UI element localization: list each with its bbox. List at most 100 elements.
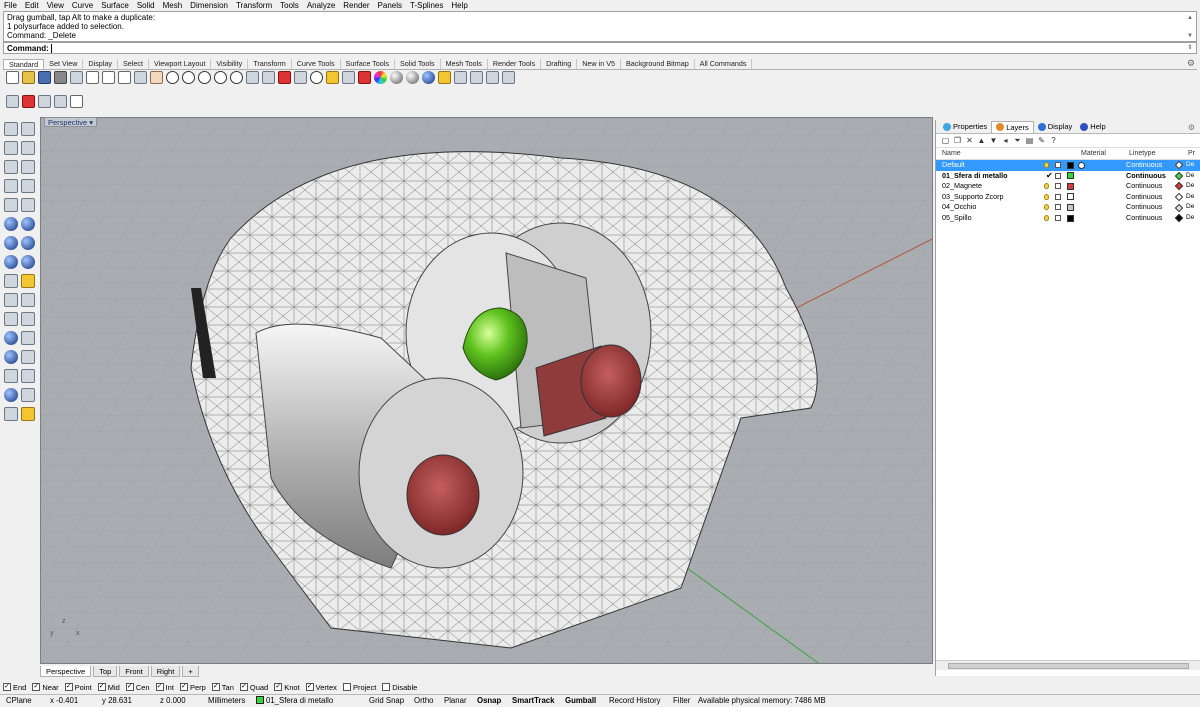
- osnap-disable[interactable]: Disable: [382, 683, 417, 692]
- layer-row[interactable]: Default Continuous De: [936, 160, 1200, 171]
- blue-sphere-icon[interactable]: [422, 71, 435, 84]
- panel-tab-layers[interactable]: Layers: [991, 120, 1034, 133]
- layer-row[interactable]: 04_Occhio Continuous De: [936, 202, 1200, 213]
- flamingo-icon[interactable]: [70, 95, 83, 108]
- move-icon[interactable]: [4, 388, 18, 402]
- layer-linetype[interactable]: Continuous: [1126, 202, 1162, 213]
- lock-icon[interactable]: [1055, 183, 1061, 190]
- zoom-extents-icon[interactable]: [198, 71, 211, 84]
- light-bulb-icon[interactable]: [1044, 193, 1049, 200]
- magnet-small-cap[interactable]: [580, 344, 642, 418]
- analyze-icon[interactable]: [486, 71, 499, 84]
- osnap-checkbox[interactable]: ✓: [274, 683, 283, 691]
- print-color-icon[interactable]: [1174, 213, 1184, 223]
- analyze-icon[interactable]: [4, 407, 18, 421]
- menu-transform[interactable]: Transform: [236, 1, 272, 10]
- toolbar-tab-solid-tools[interactable]: Solid Tools: [395, 59, 441, 69]
- menu-solid[interactable]: Solid: [137, 1, 155, 10]
- viewport-scene[interactable]: [41, 118, 933, 664]
- zoom-window-icon[interactable]: [182, 71, 195, 84]
- ellipse-icon[interactable]: [4, 179, 18, 193]
- layer-state-icon[interactable]: [38, 95, 51, 108]
- toolbar-tab-render-tools[interactable]: Render Tools: [488, 59, 542, 69]
- options-icon[interactable]: [438, 71, 451, 84]
- help-icon[interactable]: ?: [1049, 136, 1058, 145]
- menu-mesh[interactable]: Mesh: [163, 1, 183, 10]
- toolbar-tab-curve-tools[interactable]: Curve Tools: [292, 59, 341, 69]
- arc-icon[interactable]: [21, 160, 35, 174]
- toolbar-gear-icon[interactable]: ⚙: [1187, 58, 1195, 69]
- zoom-all-icon[interactable]: [230, 71, 243, 84]
- status-planar[interactable]: Planar: [444, 695, 467, 707]
- osnap-cen[interactable]: ✓ Cen: [125, 683, 150, 692]
- menu-render[interactable]: Render: [343, 1, 369, 10]
- print-color-icon[interactable]: [1174, 182, 1184, 191]
- print-color-icon[interactable]: [1174, 203, 1184, 212]
- copy-icon[interactable]: [102, 71, 115, 84]
- move-up-icon[interactable]: ▲: [977, 136, 986, 145]
- rectangle-icon[interactable]: [21, 179, 35, 193]
- panel-gear-icon[interactable]: ⚙: [1188, 123, 1195, 132]
- light-bulb-icon[interactable]: [1044, 214, 1049, 221]
- menu-dimension[interactable]: Dimension: [190, 1, 228, 10]
- layer-properties-icon[interactable]: ▤: [1025, 136, 1034, 145]
- layer-linetype[interactable]: Continuous: [1126, 171, 1166, 182]
- column-linetype[interactable]: Linetype: [1129, 150, 1155, 157]
- command-dropdown-icon[interactable]: ⇕: [1186, 44, 1194, 52]
- osnap-point[interactable]: ✓ Point: [64, 683, 92, 692]
- layer-color-swatch[interactable]: [1067, 203, 1074, 211]
- print-color-icon[interactable]: [1174, 171, 1184, 181]
- material-icon[interactable]: [1078, 161, 1085, 169]
- scroll-down-icon[interactable]: ▼: [1186, 32, 1194, 40]
- lock-icon[interactable]: [1055, 204, 1061, 211]
- lock-icon[interactable]: [1055, 193, 1061, 200]
- import-icon[interactable]: [70, 71, 83, 84]
- osnap-checkbox[interactable]: ✓: [179, 683, 188, 691]
- toolbar-tab-transform[interactable]: Transform: [248, 59, 292, 69]
- menu-edit[interactable]: Edit: [25, 1, 39, 10]
- zoom-icon[interactable]: [166, 71, 179, 84]
- circle-icon[interactable]: [4, 160, 18, 174]
- lens-icon[interactable]: [310, 71, 323, 84]
- mesh-tools-icon[interactable]: [262, 71, 275, 84]
- panel-tab-display[interactable]: Display: [1034, 121, 1077, 133]
- panel-tab-help[interactable]: Help: [1076, 121, 1109, 133]
- osnap-checkbox[interactable]: ✓: [125, 683, 134, 691]
- osnap-checkbox[interactable]: ✓: [64, 683, 73, 691]
- osnap-tan[interactable]: ✓ Tan: [211, 683, 234, 692]
- gear-icon[interactable]: [454, 71, 467, 84]
- layer-row[interactable]: 03_Supporto Zcorp Continuous De: [936, 192, 1200, 203]
- layer-color-swatch[interactable]: [1067, 193, 1074, 201]
- lock-icon[interactable]: [21, 407, 35, 421]
- new-sublayer-icon[interactable]: ❐: [953, 136, 962, 145]
- mesh-icon[interactable]: [4, 274, 18, 288]
- layer-color-swatch[interactable]: [1067, 172, 1074, 180]
- viewport-tab-right[interactable]: Right: [150, 666, 181, 677]
- toolbar-tab-all-commands[interactable]: All Commands: [695, 59, 753, 69]
- filter-icon[interactable]: ⏷: [1013, 136, 1022, 145]
- osnap-end[interactable]: ✓ End: [3, 683, 26, 692]
- menu-panels[interactable]: Panels: [378, 1, 402, 10]
- osnap-checkbox[interactable]: [342, 683, 351, 691]
- osnap-checkbox[interactable]: ✓: [155, 683, 164, 691]
- osnap-near[interactable]: ✓ Near: [32, 683, 59, 692]
- pan-hand-icon[interactable]: [150, 71, 163, 84]
- print-color-icon[interactable]: [1174, 160, 1184, 170]
- fillet-icon[interactable]: [21, 312, 35, 326]
- layer-linetype[interactable]: Continuous: [1126, 213, 1162, 224]
- osnap-checkbox[interactable]: ✓: [239, 683, 248, 691]
- cylinder-icon[interactable]: [4, 255, 18, 269]
- toolbar-tab-set-view[interactable]: Set View: [44, 59, 84, 69]
- column-material[interactable]: Material: [1081, 150, 1106, 157]
- panel-tab-properties[interactable]: Properties: [939, 121, 991, 133]
- surface-icon[interactable]: [4, 217, 18, 231]
- render-sphere-icon[interactable]: [390, 71, 403, 84]
- lock-icon[interactable]: [342, 71, 355, 84]
- osnap-mid[interactable]: ✓ Mid: [97, 683, 120, 692]
- toolbar-tab-mesh-tools[interactable]: Mesh Tools: [441, 59, 488, 69]
- toolbar-tab-display[interactable]: Display: [83, 59, 118, 69]
- curve-icon[interactable]: [21, 141, 35, 155]
- osnap-project[interactable]: Project: [342, 683, 376, 692]
- osnap-checkbox[interactable]: ✓: [305, 683, 314, 691]
- tools-icon[interactable]: ✎: [1037, 136, 1046, 145]
